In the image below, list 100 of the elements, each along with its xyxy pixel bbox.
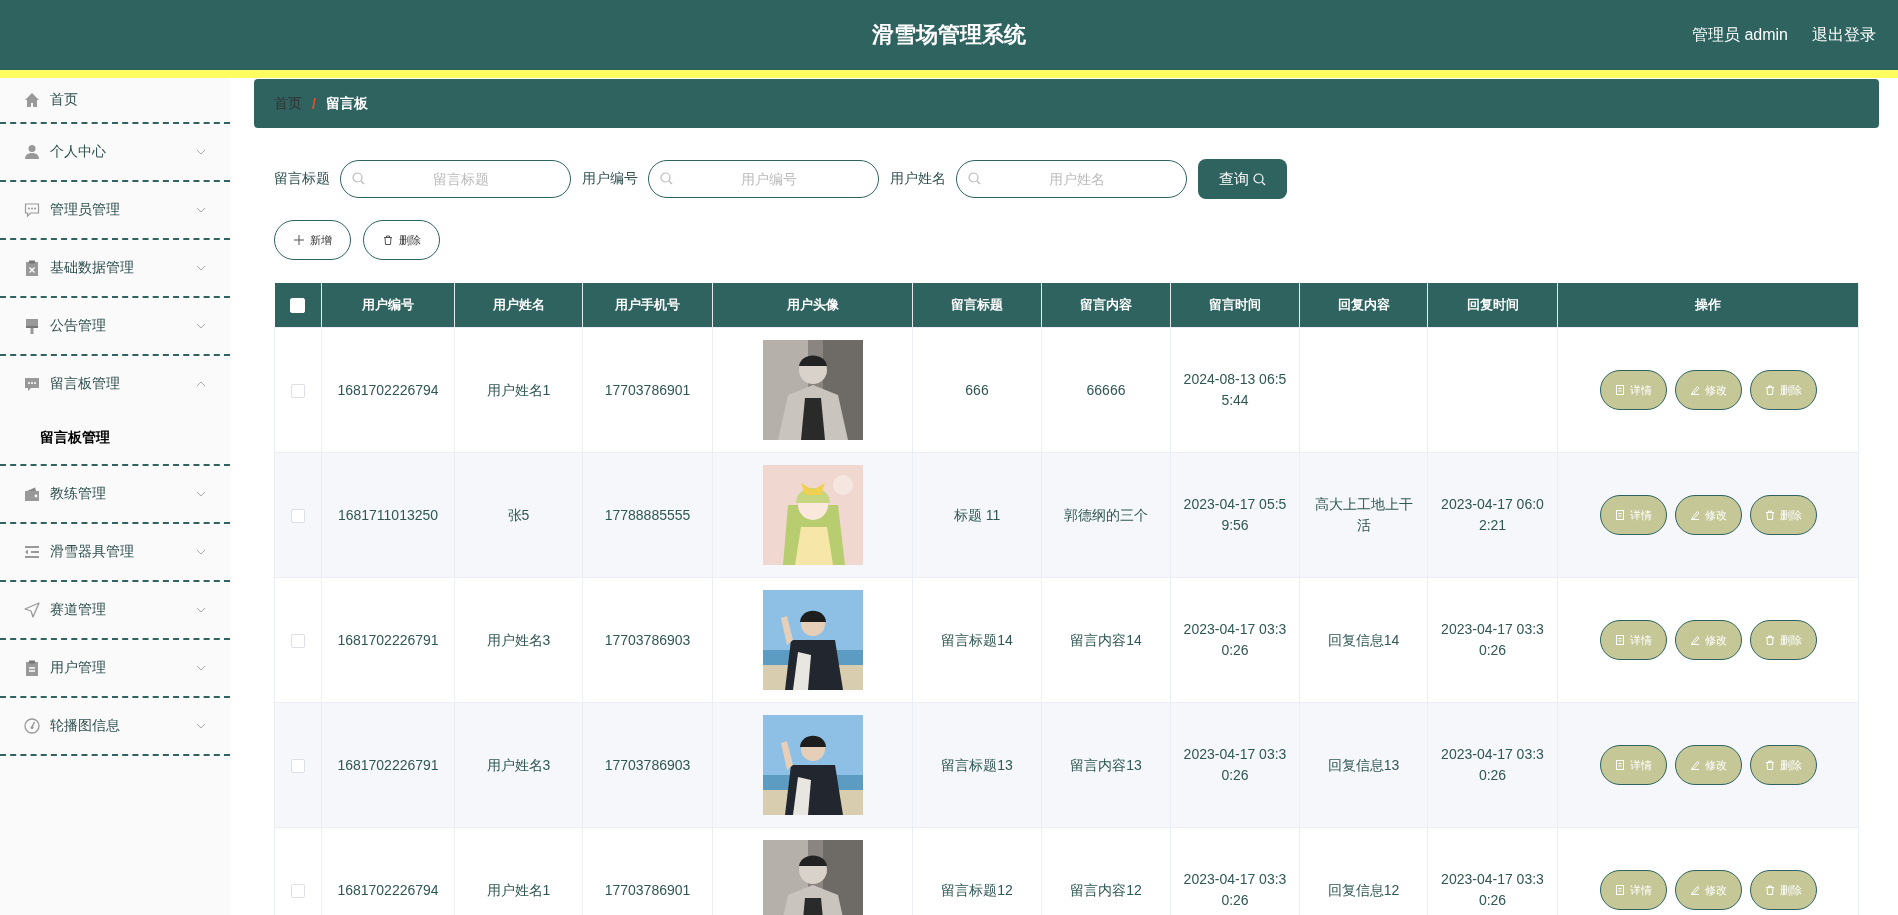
menu-item[interactable]: 管理员管理 — [0, 182, 230, 238]
column-header: 用户编号 — [362, 297, 414, 312]
brush-icon — [24, 318, 40, 334]
column-header: 回复内容 — [1337, 297, 1390, 312]
table-cell: 2023-04-17 03:30:26 — [1441, 621, 1544, 658]
menu-item[interactable]: 教练管理 — [0, 466, 230, 522]
table-cell: 1681702226791 — [337, 631, 439, 648]
table-cell: 1681702226794 — [337, 381, 439, 398]
row-checkbox[interactable] — [291, 758, 305, 773]
field-label: 留言标题 — [274, 170, 330, 188]
trash-icon — [1764, 385, 1775, 395]
pencil-icon — [1689, 760, 1700, 770]
table-cell: 回复信息12 — [1327, 881, 1400, 898]
search-button[interactable]: 查询 — [1198, 159, 1287, 199]
field-label: 用户姓名 — [890, 170, 946, 188]
table-cell: 用户姓名1 — [486, 881, 551, 898]
chevron-icon — [196, 381, 206, 387]
chevron-icon — [196, 149, 206, 155]
menu-item[interactable]: 基础数据管理 — [0, 240, 230, 296]
logout-link[interactable]: 退出登录 — [1812, 24, 1876, 46]
table-cell: 17703786903 — [604, 631, 691, 648]
table-cell: 2024-08-13 06:55:44 — [1183, 371, 1287, 408]
plus-icon — [293, 235, 304, 245]
table-cell: 2023-04-17 03:30:26 — [1183, 621, 1287, 658]
table-cell: 标题 11 — [953, 506, 1001, 523]
column-header: 操作 — [1695, 297, 1721, 312]
menu-item[interactable]: 轮播图信息 — [0, 698, 230, 754]
list-icon — [24, 544, 40, 560]
table-cell: 666 — [965, 381, 989, 398]
column-header: 留言时间 — [1209, 297, 1261, 312]
table-cell: 17703786901 — [604, 881, 691, 898]
search-icon — [968, 172, 981, 185]
pencil-icon — [1689, 510, 1700, 520]
row-checkbox[interactable] — [291, 883, 305, 898]
chevron-icon — [196, 723, 206, 729]
table-cell: 用户姓名3 — [486, 756, 551, 773]
table-cell: 1681702226794 — [337, 881, 439, 898]
field-label: 用户编号 — [582, 170, 638, 188]
search-field[interactable]: 留言标题 — [340, 160, 571, 198]
table-cell: 17703786903 — [604, 756, 691, 773]
search-icon — [660, 172, 673, 185]
clipboard-icon — [24, 660, 40, 676]
table-cell: 回复信息13 — [1327, 756, 1400, 773]
trash-icon — [1764, 510, 1775, 520]
chevron-icon — [196, 265, 206, 271]
trash-icon — [1764, 635, 1775, 645]
table-cell: 2023-04-17 03:30:26 — [1183, 871, 1287, 908]
clipboard-icon — [24, 260, 40, 276]
delete-button[interactable]: 删除 — [363, 220, 440, 260]
document-icon — [1614, 510, 1625, 520]
row-checkbox[interactable] — [291, 383, 305, 398]
menu-item[interactable]: 滑雪器具管理 — [0, 524, 230, 580]
table-cell: 留言内容14 — [1070, 631, 1142, 648]
table-cell: 2023-04-17 05:59:56 — [1183, 496, 1287, 533]
menu-item[interactable]: 用户管理 — [0, 640, 230, 696]
table-cell: 郭德纲的三个 — [1064, 506, 1148, 523]
column-header: 留言标题 — [951, 297, 1003, 312]
menu-item[interactable]: 公告管理 — [0, 298, 230, 354]
chat-icon — [24, 376, 40, 392]
table-cell: 2023-04-17 06:02:21 — [1441, 496, 1544, 533]
chevron-icon — [196, 607, 206, 613]
document-icon — [1614, 385, 1625, 395]
menu-item[interactable]: 首页 — [0, 78, 230, 122]
search-field[interactable]: 用户姓名 — [956, 160, 1187, 198]
table-cell: 用户姓名1 — [486, 381, 551, 398]
menu-item[interactable]: 留言板管理 — [0, 356, 230, 412]
trash-icon — [1764, 760, 1775, 770]
navigation-icon — [24, 602, 40, 618]
pencil-icon — [1689, 885, 1700, 895]
column-header: 回复时间 — [1466, 297, 1519, 312]
select-all-checkbox[interactable] — [290, 298, 306, 314]
table-cell: 1681711013250 — [337, 506, 439, 523]
row-checkbox[interactable] — [291, 633, 305, 648]
breadcrumb-separator: / — [312, 95, 316, 112]
menu-item[interactable]: 赛道管理 — [0, 582, 230, 638]
table-cell: 用户姓名3 — [486, 631, 551, 648]
pencil-icon — [1689, 635, 1700, 645]
table-cell: 17788885555 — [604, 506, 691, 523]
table-cell: 2023-04-17 03:30:26 — [1441, 746, 1544, 783]
column-header: 用户头像 — [786, 297, 839, 312]
user-icon — [24, 144, 40, 160]
table-cell: 高大上工地上干活 — [1314, 496, 1413, 533]
row-checkbox[interactable] — [291, 508, 305, 523]
search-field[interactable]: 用户编号 — [648, 160, 879, 198]
user-label: 管理员 admin — [1691, 24, 1788, 45]
table-cell: 2023-04-17 03:30:26 — [1183, 746, 1287, 783]
table-cell: 66666 — [1086, 381, 1126, 398]
document-icon — [1614, 635, 1625, 645]
column-header: 留言内容 — [1080, 297, 1132, 312]
chat-icon — [24, 202, 40, 218]
table-cell: 1681702226791 — [337, 756, 439, 773]
add-button[interactable]: 新增 — [274, 220, 351, 260]
search-icon — [1253, 172, 1266, 186]
chevron-icon — [196, 549, 206, 555]
trash-icon — [1764, 885, 1775, 895]
column-header: 用户手机号 — [615, 297, 680, 312]
menu-item[interactable]: 个人中心 — [0, 124, 230, 180]
chevron-icon — [196, 665, 206, 671]
submenu-item[interactable]: 留言板管理 — [0, 412, 230, 464]
table-cell: 留言内容13 — [1070, 756, 1142, 773]
